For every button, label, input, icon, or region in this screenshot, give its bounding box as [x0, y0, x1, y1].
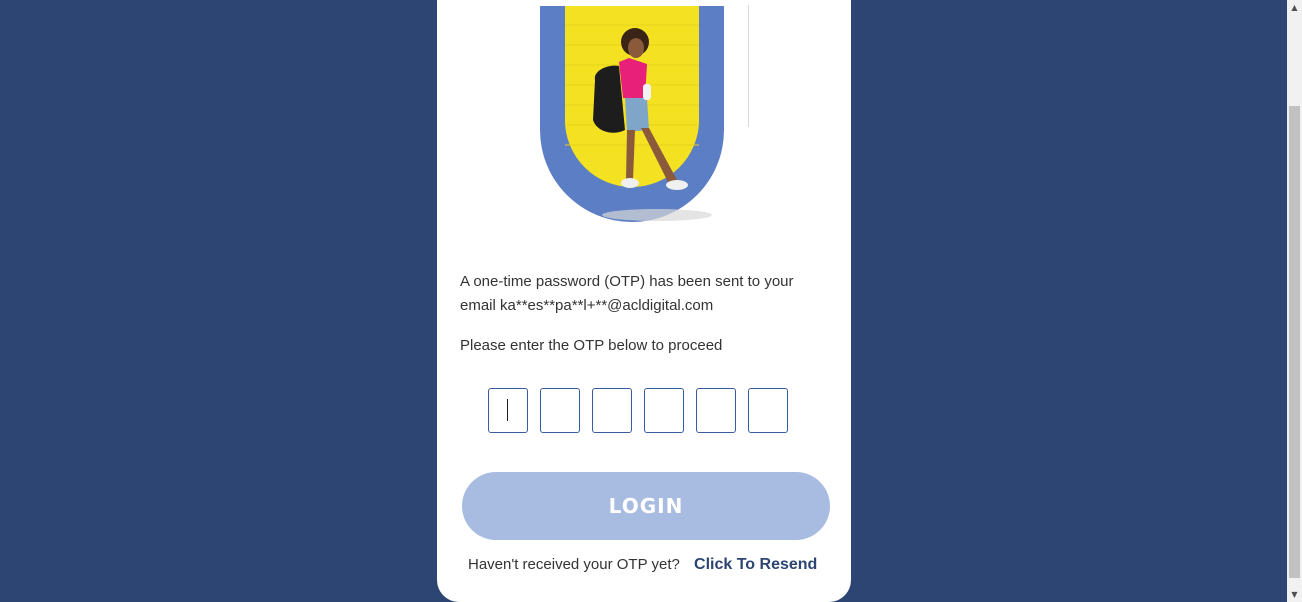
scroll-down-arrow-icon[interactable]: ▼ [1287, 587, 1302, 602]
otp-digit-1-wrapper [488, 388, 528, 433]
otp-input-group [488, 388, 788, 433]
otp-digit-1[interactable] [488, 388, 528, 433]
otp-digit-5[interactable] [696, 388, 736, 433]
otp-digit-4[interactable] [644, 388, 684, 433]
hero-illustration [540, 6, 724, 222]
hero-divider [748, 5, 749, 127]
text-cursor [507, 399, 508, 421]
otp-digit-2[interactable] [540, 388, 580, 433]
otp-sent-message: A one-time password (OTP) has been sent … [460, 273, 794, 290]
otp-digit-3[interactable] [592, 388, 632, 433]
otp-instruction: Please enter the OTP below to proceed [460, 337, 723, 354]
login-button[interactable]: LOGIN [462, 472, 830, 540]
otp-email-masked: email ka**es**pa**l+**@acldigital.com [460, 297, 714, 314]
resend-row: Haven't received your OTP yet? Click To … [468, 556, 817, 574]
vertical-scrollbar[interactable]: ▲ ▼ [1287, 0, 1302, 602]
page: A one-time password (OTP) has been sent … [0, 0, 1302, 602]
scroll-thumb[interactable] [1289, 106, 1300, 578]
resend-prompt: Haven't received your OTP yet? [468, 556, 680, 573]
otp-card: A one-time password (OTP) has been sent … [437, 0, 851, 602]
scroll-up-arrow-icon[interactable]: ▲ [1287, 0, 1302, 15]
otp-digit-6[interactable] [748, 388, 788, 433]
resend-link[interactable]: Click To Resend [694, 556, 817, 573]
